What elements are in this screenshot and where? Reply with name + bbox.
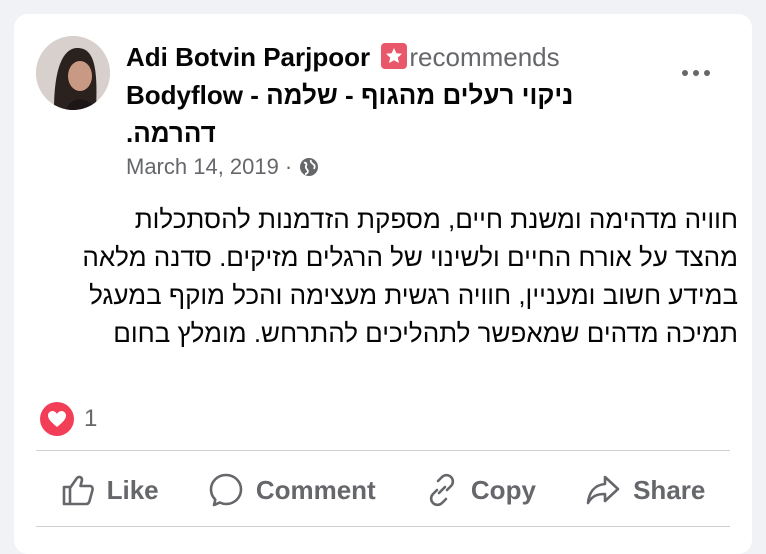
page-name[interactable]: ניקוי רעלים מהגוף - שלמה - Bodyflow bbox=[126, 80, 573, 110]
dot-icon bbox=[682, 70, 688, 76]
post-header: Adi Botvin Parjpoor recommends ניקוי רעל… bbox=[126, 38, 626, 152]
avatar-photo bbox=[36, 36, 110, 110]
post-meta: March 14, 2019 · bbox=[126, 154, 320, 180]
comment-button[interactable]: Comment bbox=[208, 472, 376, 508]
share-arrow-icon bbox=[586, 475, 620, 505]
reaction-summary[interactable]: 1 bbox=[40, 402, 97, 436]
copy-label: Copy bbox=[470, 474, 536, 505]
more-options-button[interactable] bbox=[676, 58, 716, 88]
page-name-continued[interactable]: דהרמה. bbox=[126, 118, 216, 148]
like-button[interactable]: Like bbox=[61, 473, 159, 507]
post-date[interactable]: March 14, 2019 bbox=[126, 154, 279, 180]
author-name[interactable]: Adi Botvin Parjpoor bbox=[126, 42, 370, 72]
like-label: Like bbox=[106, 474, 159, 505]
reaction-count[interactable]: 1 bbox=[84, 405, 97, 433]
copy-link-button[interactable]: Copy bbox=[425, 473, 536, 507]
divider bbox=[36, 450, 730, 451]
link-icon bbox=[429, 473, 455, 507]
comment-bubble-icon bbox=[209, 473, 243, 507]
share-button[interactable]: Share bbox=[585, 473, 705, 507]
post-body: חוויה מדהימה ומשנת חיים, מספקת הזדמנות ל… bbox=[82, 204, 738, 348]
avatar[interactable] bbox=[36, 36, 110, 110]
divider bbox=[36, 526, 730, 527]
action-bar: Like Comment Copy Share bbox=[36, 464, 730, 516]
globe-icon[interactable] bbox=[298, 156, 320, 178]
post-card: Adi Botvin Parjpoor recommends ניקוי רעל… bbox=[14, 14, 752, 554]
comment-label: Comment bbox=[255, 474, 376, 505]
thumbs-up-icon bbox=[62, 475, 94, 506]
dot-icon bbox=[693, 70, 699, 76]
heart-icon bbox=[40, 402, 74, 436]
meta-separator: · bbox=[284, 154, 293, 179]
recommendation-star-icon bbox=[381, 43, 408, 69]
dot-icon bbox=[704, 70, 710, 76]
share-label: Share bbox=[633, 474, 706, 505]
recommends-label: recommends bbox=[409, 42, 560, 72]
